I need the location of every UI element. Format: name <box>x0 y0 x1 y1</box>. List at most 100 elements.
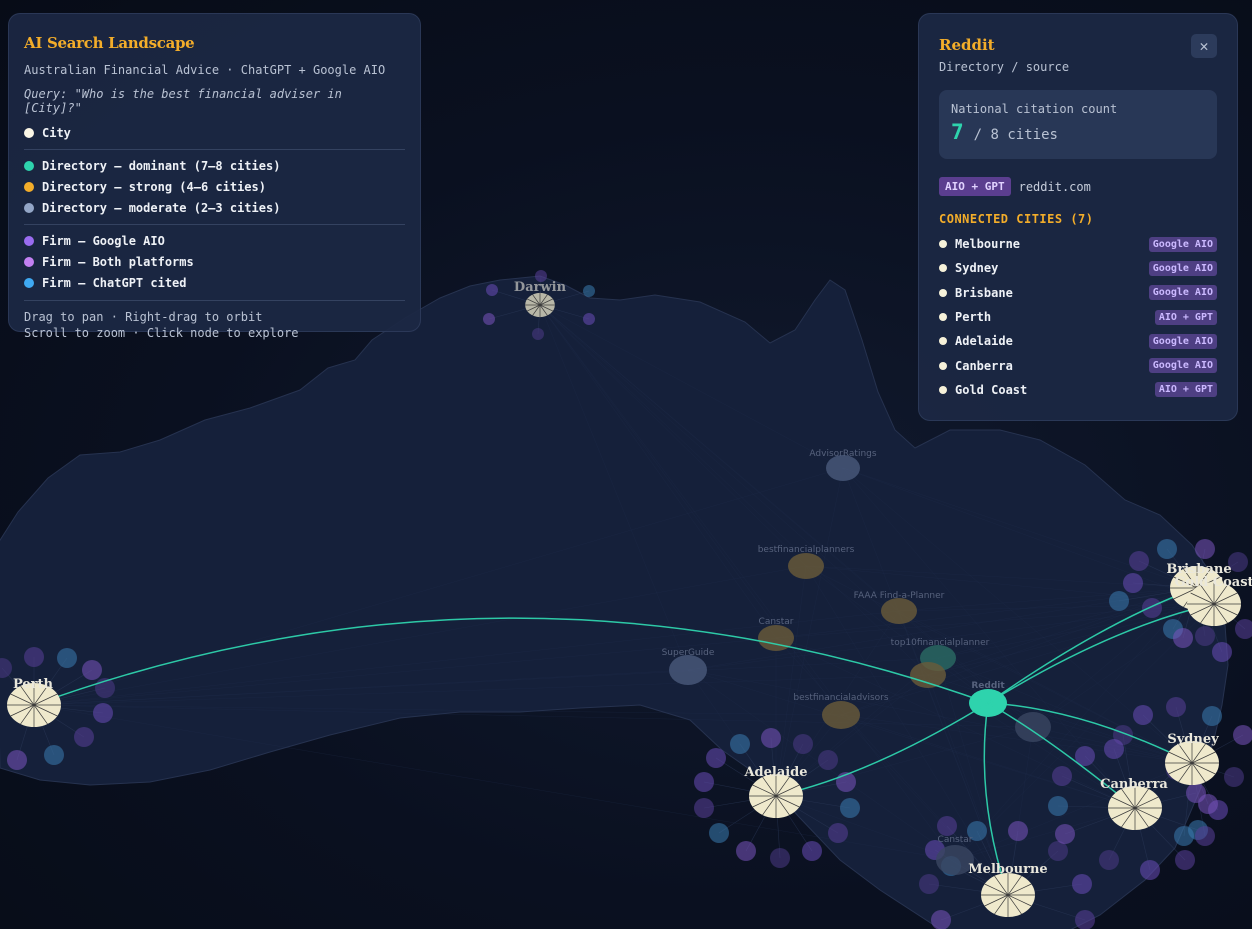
city-node[interactable] <box>749 774 803 818</box>
legend-title: AI Search Landscape <box>24 34 195 52</box>
firm-node[interactable] <box>1224 767 1244 787</box>
firm-node[interactable] <box>44 745 64 765</box>
city-dot-icon <box>24 127 34 138</box>
legend-query: Query: "Who is the best financial advise… <box>24 87 342 115</box>
firm-node[interactable] <box>802 841 822 861</box>
connected-city-row[interactable]: Gold Coast AIO + GPT <box>939 378 1217 402</box>
firm-node[interactable] <box>1123 573 1143 593</box>
firm-node[interactable] <box>793 734 813 754</box>
moderate-dot-icon <box>24 202 34 213</box>
city-node[interactable] <box>1108 786 1162 830</box>
firm-node[interactable] <box>840 798 860 818</box>
firm-node[interactable] <box>1212 642 1232 662</box>
firm-node[interactable] <box>1052 766 1072 786</box>
directory-node[interactable] <box>788 553 824 579</box>
connected-city-row[interactable]: Perth AIO + GPT <box>939 305 1217 329</box>
firm-node[interactable] <box>1129 551 1149 571</box>
firm-node[interactable] <box>1174 826 1194 846</box>
close-icon[interactable]: ✕ <box>1191 34 1217 58</box>
citation-count-value: 7 <box>951 120 964 144</box>
legend-item-city: City <box>24 122 405 143</box>
firm-node[interactable] <box>7 750 27 770</box>
directory-node[interactable] <box>1015 712 1051 742</box>
city-node[interactable] <box>1165 741 1219 785</box>
city-dot-icon <box>939 361 947 370</box>
firm-node[interactable] <box>1235 619 1252 639</box>
directory-label: SuperGuide <box>662 648 715 658</box>
firm-node[interactable] <box>694 772 714 792</box>
firm-node[interactable] <box>486 284 498 296</box>
firm-node[interactable] <box>1166 697 1186 717</box>
connected-city-row[interactable]: Sydney Google AIO <box>939 256 1217 280</box>
city-dot-icon <box>939 240 947 249</box>
firm-node[interactable] <box>736 841 756 861</box>
directory-label: top10financialplanner <box>891 638 990 648</box>
directory-node[interactable] <box>822 701 860 729</box>
firm-node[interactable] <box>82 660 102 680</box>
city-dot-icon <box>939 385 947 394</box>
firm-node[interactable] <box>583 313 595 325</box>
firm-node[interactable] <box>1198 794 1218 814</box>
firm-node[interactable] <box>818 750 838 770</box>
connected-city-row[interactable]: Melbourne Google AIO <box>939 232 1217 256</box>
firm-node[interactable] <box>1195 626 1215 646</box>
firm-node[interactable] <box>1055 824 1075 844</box>
firm-node[interactable] <box>761 728 781 748</box>
firm-node[interactable] <box>1109 591 1129 611</box>
firm-node[interactable] <box>1133 705 1153 725</box>
directory-label: bestfinancialadvisors <box>793 693 888 703</box>
firm-node[interactable] <box>1157 539 1177 559</box>
firm-node[interactable] <box>770 848 790 868</box>
firm-node[interactable] <box>583 285 595 297</box>
firm-node[interactable] <box>709 823 729 843</box>
firm-node[interactable] <box>1104 739 1124 759</box>
firm-node[interactable] <box>1233 725 1252 745</box>
legend-item-directory-dominant: Directory — dominant (7–8 cities) <box>24 155 405 176</box>
source-domain[interactable]: reddit.com <box>1019 180 1091 194</box>
firm-node[interactable] <box>1173 628 1193 648</box>
firm-node[interactable] <box>937 816 957 836</box>
connected-cities-heading: CONNECTED CITIES (7) <box>939 212 1094 226</box>
firm-node[interactable] <box>1099 850 1119 870</box>
firm-node[interactable] <box>730 734 750 754</box>
firm-node[interactable] <box>24 647 44 667</box>
firm-node[interactable] <box>1048 796 1068 816</box>
firm-node[interactable] <box>1195 539 1215 559</box>
directory-label: Canstar <box>759 617 794 627</box>
city-node[interactable] <box>525 292 555 318</box>
firm-node[interactable] <box>1202 706 1222 726</box>
city-label: Darwin <box>514 280 567 295</box>
firm-node[interactable] <box>1008 821 1028 841</box>
firm-node[interactable] <box>706 748 726 768</box>
city-dot-icon <box>939 288 947 297</box>
connected-city-row[interactable]: Adelaide Google AIO <box>939 329 1217 353</box>
city-label: Gold Coast <box>1174 575 1252 590</box>
directory-node[interactable] <box>910 662 946 688</box>
firm-node[interactable] <box>532 328 544 340</box>
firm-node[interactable] <box>828 823 848 843</box>
firm-node[interactable] <box>1142 598 1162 618</box>
firm-node[interactable] <box>919 874 939 894</box>
detail-panel: Reddit ✕ Directory / source National cit… <box>918 13 1238 421</box>
connected-city-name: Sydney <box>955 261 999 276</box>
firm-node[interactable] <box>74 727 94 747</box>
firm-node[interactable] <box>1175 850 1195 870</box>
directory-label: FAAA Find-a-Planner <box>854 591 945 601</box>
city-node[interactable] <box>981 873 1035 917</box>
connected-city-row[interactable]: Brisbane Google AIO <box>939 281 1217 305</box>
firm-node[interactable] <box>57 648 77 668</box>
firm-node[interactable] <box>1072 874 1092 894</box>
firm-node[interactable] <box>93 703 113 723</box>
firm-both-dot-icon <box>24 256 34 267</box>
directory-node[interactable] <box>881 598 917 624</box>
firm-aio-dot-icon <box>24 235 34 246</box>
directory-node[interactable] <box>669 655 707 685</box>
firm-node[interactable] <box>483 313 495 325</box>
firm-node[interactable] <box>1140 860 1160 880</box>
directory-label: AdvisorRatings <box>809 449 876 459</box>
firm-node[interactable] <box>694 798 714 818</box>
detail-type: Directory / source <box>939 60 1070 74</box>
platform-tag: Google AIO <box>1148 236 1217 252</box>
connected-city-row[interactable]: Canberra Google AIO <box>939 353 1217 377</box>
firm-node[interactable] <box>1195 826 1215 846</box>
